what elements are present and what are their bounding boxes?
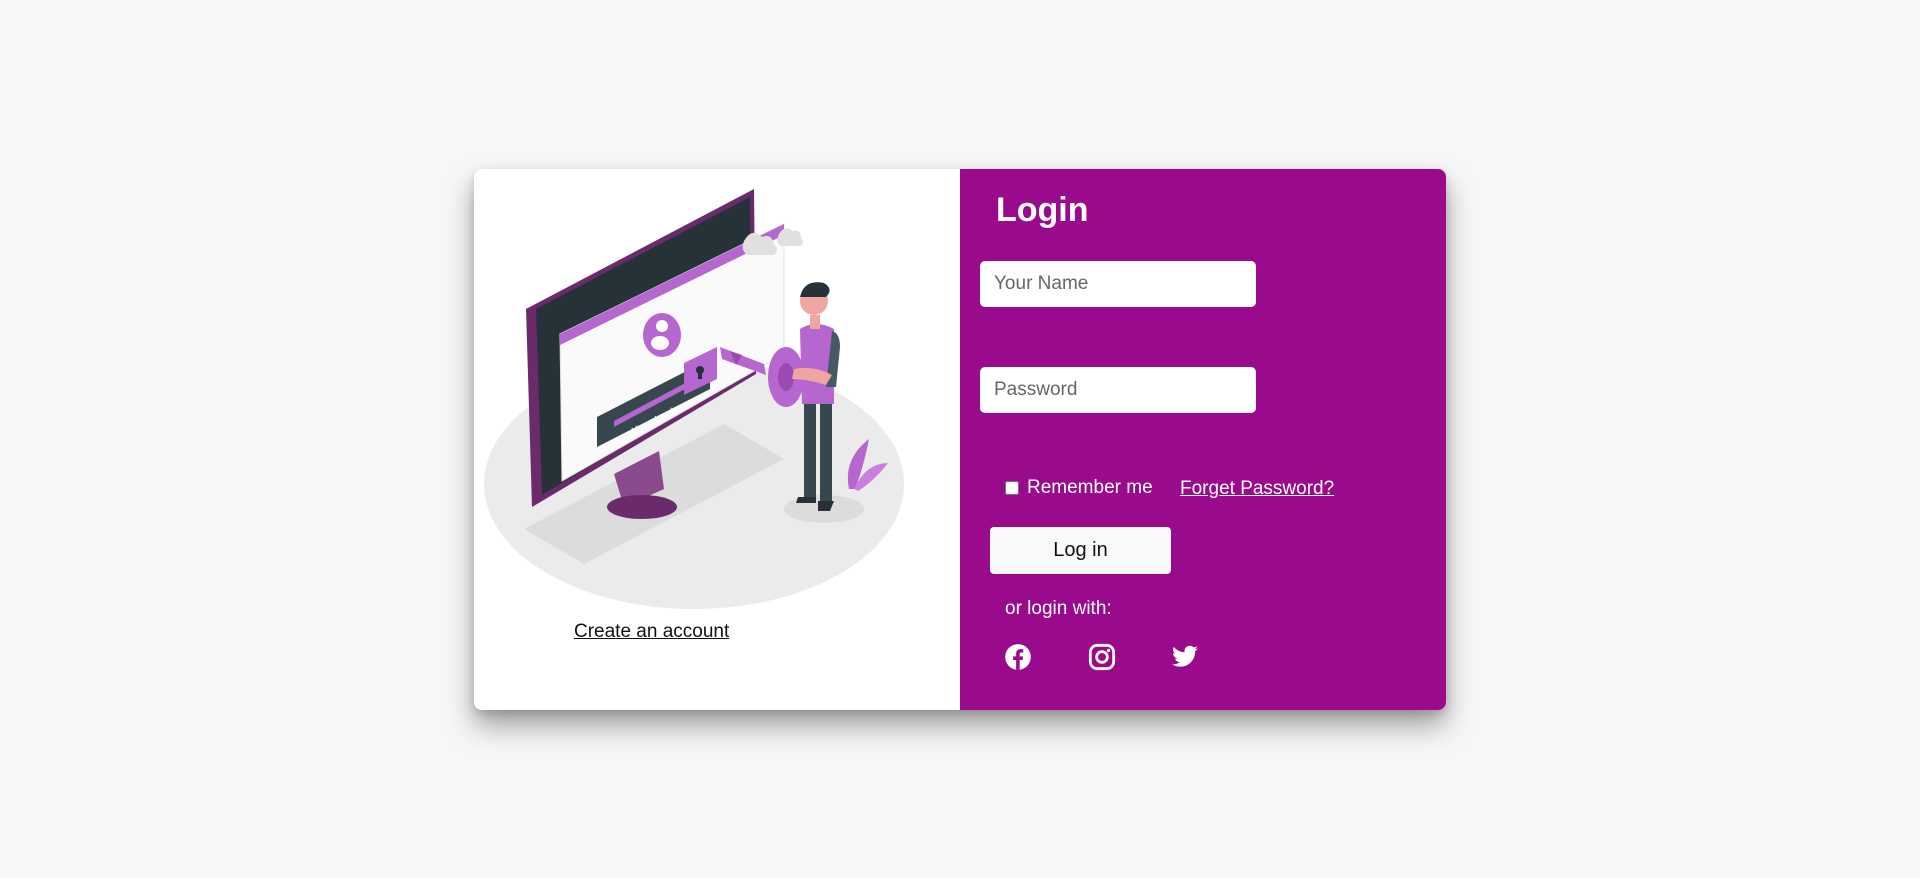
name-input[interactable] <box>980 261 1256 307</box>
login-panel: Login Remember me Forget Password? Log i… <box>960 169 1446 710</box>
remember-me-label: Remember me <box>1027 477 1153 498</box>
remember-me[interactable]: Remember me <box>1005 477 1153 499</box>
remember-me-checkbox[interactable] <box>1005 481 1019 495</box>
password-input[interactable] <box>980 367 1256 413</box>
login-title: Login <box>996 191 1089 229</box>
or-login-text: or login with: <box>1005 598 1112 619</box>
twitter-icon[interactable] <box>1171 643 1199 671</box>
create-account-link[interactable]: Create an account <box>574 621 729 643</box>
illustration-panel: User Login Create an account <box>474 169 960 710</box>
login-card: User Login Create an account Login Your … <box>474 169 1446 710</box>
login-illustration: User Login <box>484 189 904 609</box>
facebook-icon[interactable] <box>1004 643 1032 671</box>
forgot-password-link[interactable]: Forget Password? <box>1180 478 1334 500</box>
instagram-icon[interactable] <box>1088 643 1116 671</box>
login-button[interactable]: Log in <box>990 527 1171 574</box>
